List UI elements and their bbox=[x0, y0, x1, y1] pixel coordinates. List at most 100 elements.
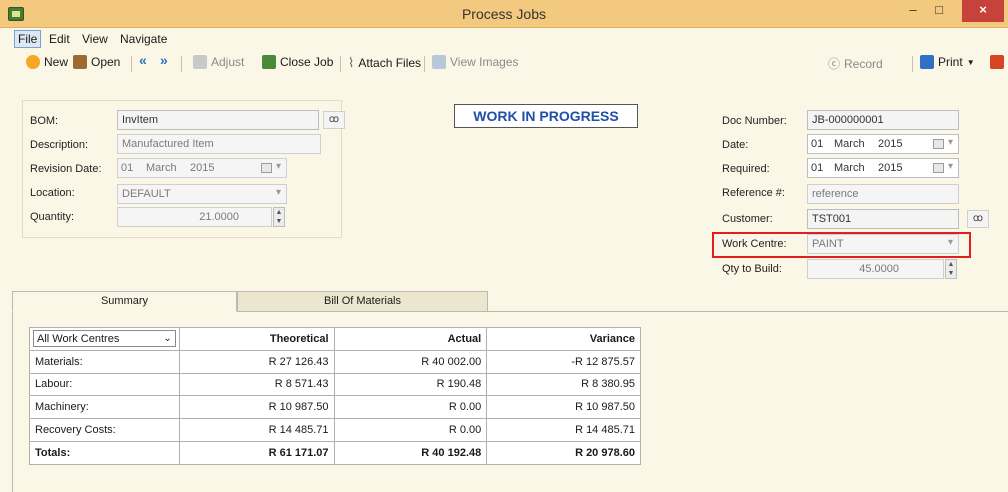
variance-header: Variance bbox=[486, 327, 641, 351]
bom-lookup-button[interactable]: ꝏ bbox=[323, 111, 345, 129]
work-centre-filter-select[interactable]: All Work Centres ⌄ bbox=[33, 330, 176, 348]
menu-file[interactable]: File bbox=[14, 30, 42, 48]
calendar-icon[interactable] bbox=[261, 163, 272, 173]
menu-view[interactable]: View bbox=[82, 32, 108, 46]
toolbar: New Open « » Adjust Close Job ⌇ Attach F… bbox=[0, 50, 1008, 76]
variance-cell: R 14 485.71 bbox=[486, 418, 641, 442]
calendar-toolbar-button[interactable] bbox=[990, 55, 1004, 69]
revision-date-label: Revision Date: bbox=[30, 163, 102, 175]
minimize-button[interactable]: – bbox=[900, 0, 926, 22]
variance-cell: R 10 987.50 bbox=[486, 395, 641, 420]
record-button[interactable]: ⓒ Record bbox=[828, 55, 883, 72]
binoculars-icon: ꝏ bbox=[972, 213, 984, 224]
actual-cell: R 190.48 bbox=[333, 372, 488, 397]
date-month: March bbox=[834, 138, 865, 150]
qty-to-build-stepper[interactable]: ▲ ▼ bbox=[945, 259, 957, 279]
required-year: 2015 bbox=[878, 162, 903, 174]
customer-lookup-button[interactable]: ꝏ bbox=[967, 210, 989, 228]
title-bar: Process Jobs – □ × bbox=[0, 0, 1008, 28]
tab-panel-border bbox=[12, 311, 13, 492]
row-label: Materials: bbox=[29, 349, 180, 374]
chevron-down-icon: ▾ bbox=[275, 161, 281, 172]
work-centre-highlight bbox=[712, 232, 971, 258]
date-field[interactable]: 01 March 2015 ▾ bbox=[807, 134, 959, 154]
quantity-label: Quantity: bbox=[30, 211, 75, 223]
theoretical-cell: R 8 571.43 bbox=[178, 372, 335, 397]
date-label: Date: bbox=[722, 139, 749, 151]
quantity-stepper[interactable]: ▲ ▼ bbox=[273, 207, 285, 227]
window-title: Process Jobs bbox=[461, 6, 547, 22]
next-record-button[interactable]: » bbox=[160, 52, 168, 68]
chevron-left-icon: « bbox=[139, 52, 147, 68]
chevron-down-icon: ▼ bbox=[966, 57, 975, 67]
view-images-button[interactable]: View Images bbox=[432, 55, 518, 69]
theoretical-cell: R 10 987.50 bbox=[178, 395, 335, 420]
new-label: New bbox=[44, 55, 69, 69]
tab-summary[interactable]: Summary bbox=[12, 291, 237, 312]
tab-bill-of-materials[interactable]: Bill Of Materials bbox=[237, 291, 488, 312]
open-button[interactable]: Open bbox=[73, 55, 120, 69]
revision-year: 2015 bbox=[190, 162, 215, 174]
doc-number-label: Doc Number: bbox=[722, 115, 787, 127]
actual-cell: R 0.00 bbox=[333, 395, 488, 420]
location-value: DEFAULT bbox=[122, 188, 171, 200]
theoretical-cell: R 27 126.43 bbox=[178, 349, 335, 374]
spin-up-icon: ▲ bbox=[947, 261, 955, 268]
calendar-icon[interactable] bbox=[933, 163, 944, 173]
table-row: Recovery Costs: R 14 485.71 R 0.00 R 14 … bbox=[29, 418, 641, 442]
required-date-field[interactable]: 01 March 2015 ▾ bbox=[807, 158, 959, 178]
date-year: 2015 bbox=[878, 138, 903, 150]
adjust-button[interactable]: Adjust bbox=[193, 55, 244, 69]
view-images-label: View Images bbox=[450, 55, 519, 69]
row-label: Labour: bbox=[29, 372, 180, 397]
chevron-down-icon: ▾ bbox=[947, 137, 953, 148]
table-row: Materials: R 27 126.43 R 40 002.00 -R 12… bbox=[29, 349, 641, 374]
toolbar-separator bbox=[181, 56, 182, 72]
record-icon: ⓒ bbox=[828, 57, 841, 71]
chevron-down-icon: ▾ bbox=[275, 187, 281, 198]
open-label: Open bbox=[91, 55, 121, 69]
spin-down-icon: ▼ bbox=[275, 218, 283, 225]
close-job-label: Close Job bbox=[280, 55, 334, 69]
calendar-icon[interactable] bbox=[933, 139, 944, 149]
row-label: Recovery Costs: bbox=[29, 418, 180, 442]
reference-label: Reference #: bbox=[722, 187, 785, 199]
theoretical-cell: R 14 485.71 bbox=[178, 418, 335, 442]
summary-table: All Work Centres ⌄ Theoretical Actual Va… bbox=[29, 327, 641, 465]
spin-down-icon: ▼ bbox=[947, 270, 955, 277]
paperclip-icon: ⌇ bbox=[348, 55, 355, 70]
actual-cell: R 40 002.00 bbox=[333, 349, 488, 374]
location-label: Location: bbox=[30, 187, 75, 199]
revision-month: March bbox=[146, 162, 177, 174]
description-field: Manufactured Item bbox=[117, 134, 321, 154]
close-job-button[interactable]: Close Job bbox=[262, 55, 333, 69]
qty-to-build-field[interactable]: 45.0000 bbox=[807, 259, 944, 279]
customer-label: Customer: bbox=[722, 213, 773, 225]
record-label: Record bbox=[844, 56, 883, 71]
new-button[interactable]: New bbox=[26, 55, 68, 69]
maximize-button[interactable]: □ bbox=[926, 0, 952, 22]
toolbar-separator bbox=[340, 56, 341, 72]
image-icon bbox=[432, 55, 446, 69]
calendar-icon bbox=[990, 55, 1004, 69]
doc-number-field[interactable]: JB-000000001 bbox=[807, 110, 959, 130]
work-centre-filter-cell: All Work Centres ⌄ bbox=[29, 327, 180, 351]
menu-navigate[interactable]: Navigate bbox=[120, 32, 167, 46]
bom-field[interactable]: InvItem bbox=[117, 110, 319, 130]
open-icon bbox=[73, 55, 87, 69]
close-button[interactable]: × bbox=[962, 0, 1004, 22]
reference-field[interactable]: reference bbox=[807, 184, 959, 204]
customer-field[interactable]: TST001 bbox=[807, 209, 959, 229]
quantity-field[interactable]: 21.0000 bbox=[117, 207, 272, 227]
actual-total: R 40 192.48 bbox=[333, 440, 488, 465]
chevron-down-icon: ⌄ bbox=[163, 333, 172, 345]
revision-date-field[interactable]: 01 March 2015 ▾ bbox=[117, 158, 287, 178]
previous-record-button[interactable]: « bbox=[139, 52, 147, 68]
menu-edit[interactable]: Edit bbox=[49, 32, 70, 46]
actual-cell: R 0.00 bbox=[333, 418, 488, 442]
print-button[interactable]: Print ▼ bbox=[920, 55, 975, 69]
qty-to-build-label: Qty to Build: bbox=[722, 263, 782, 275]
location-select[interactable]: DEFAULT ▾ bbox=[117, 184, 287, 204]
variance-cell: -R 12 875.57 bbox=[486, 349, 641, 374]
attach-files-button[interactable]: ⌇ Attach Files bbox=[348, 55, 421, 71]
